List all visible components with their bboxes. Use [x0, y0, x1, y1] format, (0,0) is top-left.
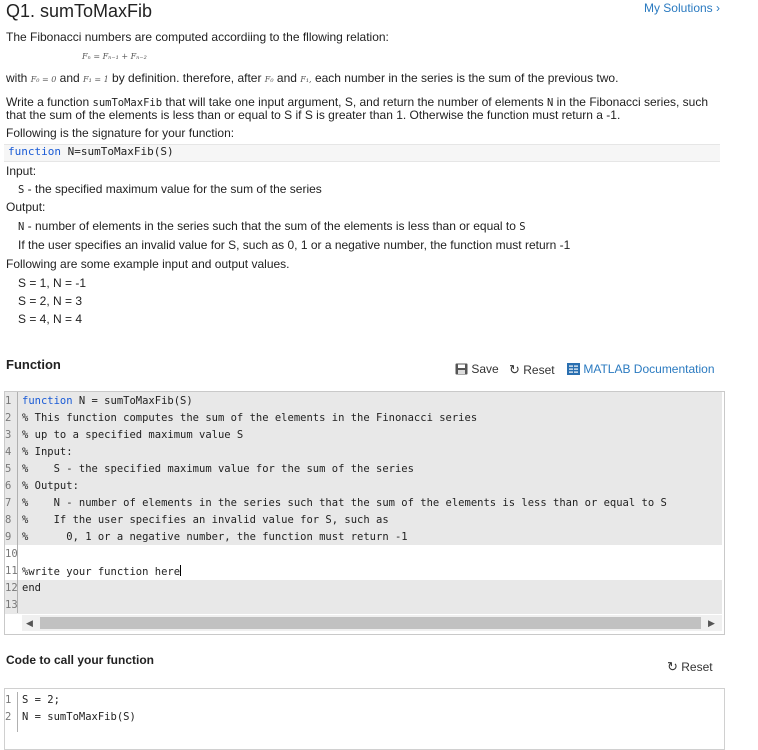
line-number: 1 — [5, 395, 12, 407]
code-comment-line: % 0, 1 or a negative number, the functio… — [22, 531, 408, 543]
scroll-right-icon[interactable]: ▶ — [708, 618, 715, 629]
code-end-keyword: end — [22, 582, 41, 594]
code-comment-line: % N - number of elements in the series s… — [22, 497, 667, 509]
example-1: S = 1, N = -1 — [18, 276, 87, 290]
line-number: 2 — [5, 412, 12, 424]
text-cursor — [180, 565, 182, 576]
code-comment-line: % Output: — [22, 480, 79, 492]
line-number: 12 — [5, 582, 18, 594]
gutter-divider — [17, 692, 18, 732]
line-number: 13 — [5, 599, 18, 611]
line-number: 6 — [5, 480, 12, 492]
code-comment-line: % up to a specified maximum value S — [22, 429, 244, 441]
code-comment-line[interactable]: %write your function here — [22, 565, 182, 578]
definition-line: with F₀ = 0 and F₁ = 1 by definition. th… — [6, 71, 619, 85]
call-reset-button[interactable]: ↻ Reset — [667, 659, 713, 675]
line-number: 8 — [5, 514, 12, 526]
output-label: Output: — [6, 200, 46, 214]
line-number: 9 — [5, 531, 12, 543]
line-number: 1 — [5, 694, 12, 706]
output-invalid-note: If the user specifies an invalid value f… — [18, 238, 571, 252]
code-comment-line: % If the user specifies an invalid value… — [22, 514, 389, 526]
code-comment-line: % Input: — [22, 446, 73, 458]
matlab-docs-link[interactable]: MATLAB Documentation — [567, 362, 715, 376]
code-comment-line: % This function computes the sum of the … — [22, 412, 478, 424]
editor-lower-region — [5, 580, 722, 614]
call-code-line: N = sumToMaxFib(S) — [22, 711, 136, 723]
input-label: Input: — [6, 164, 37, 178]
line-number: 7 — [5, 497, 12, 509]
signature-intro: Following is the signature for your func… — [6, 126, 235, 140]
example-3: S = 4, N = 4 — [18, 312, 83, 326]
save-button[interactable]: Save — [455, 362, 499, 376]
line-number: 5 — [5, 463, 12, 475]
my-solutions-link[interactable]: My Solutions › — [644, 1, 720, 15]
code-comment-line: % S - the specified maximum value for th… — [22, 463, 414, 475]
scrollbar-thumb[interactable] — [40, 617, 701, 629]
reset-button[interactable]: ↻ Reset — [509, 362, 555, 378]
line-number: 10 — [5, 548, 18, 560]
line-number: 4 — [5, 446, 12, 458]
reset-icon: ↻ — [509, 362, 520, 377]
reset-icon: ↻ — [667, 659, 678, 674]
code-line: function N = sumToMaxFib(S) — [22, 395, 193, 407]
example-2: S = 2, N = 3 — [18, 294, 83, 308]
task-line-2: that the sum of the elements is less tha… — [6, 108, 621, 122]
save-icon — [455, 363, 468, 375]
line-number: 11 — [5, 565, 18, 577]
documentation-icon — [567, 363, 580, 375]
output-description: N - number of elements in the series suc… — [18, 219, 526, 233]
line-number: 2 — [5, 711, 12, 723]
call-section-heading: Code to call your function — [6, 653, 155, 667]
call-code-line: S = 2; — [22, 694, 60, 706]
input-description: S - the specified maximum value for the … — [18, 182, 322, 196]
fibonacci-formula: Fₙ = Fₙ₋₁ + Fₙ₋₂ — [82, 52, 147, 61]
gutter-divider — [17, 392, 18, 613]
examples-intro: Following are some example input and out… — [6, 257, 290, 271]
scroll-left-icon[interactable]: ◀ — [26, 618, 33, 629]
line-number: 3 — [5, 429, 12, 441]
signature-code: function N=sumToMaxFib(S) — [8, 145, 174, 158]
page-title: Q1. sumToMaxFib — [6, 1, 153, 21]
function-heading: Function — [6, 357, 61, 372]
intro-text: The Fibonacci numbers are computed accor… — [6, 30, 389, 44]
